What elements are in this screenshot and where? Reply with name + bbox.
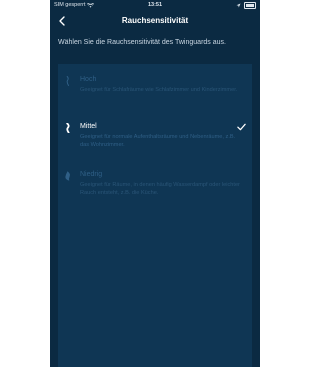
option-label: Mittel xyxy=(80,123,97,130)
battery-icon xyxy=(244,2,256,9)
instruction-text: Wählen Sie die Rauchsensitivität des Twi… xyxy=(58,39,226,46)
options-card: Hoch Geeignet für Schlafräume wie Schlaf… xyxy=(58,64,252,367)
flame-thick-icon xyxy=(65,171,70,181)
option-hoch[interactable]: Hoch Geeignet für Schlafräume wie Schlaf… xyxy=(58,75,252,115)
option-description: Geeignet für Räume, in denen häufig Wass… xyxy=(80,182,240,196)
status-right xyxy=(236,2,256,9)
location-arrow-icon xyxy=(236,3,241,8)
option-label: Hoch xyxy=(80,76,97,83)
option-mittel[interactable]: Mittel Geeignet für normale Aufenthaltsr… xyxy=(58,122,252,162)
nav-bar: Rauchsensitivität xyxy=(50,10,260,32)
flame-medium-icon xyxy=(66,123,70,133)
phone-screen: SIM gesperrt 13:51 Rauchsensitivität Wäh… xyxy=(50,0,260,367)
checkmark-icon xyxy=(237,123,246,131)
option-niedrig[interactable]: Niedrig Geeignet für Räume, in denen häu… xyxy=(58,170,252,218)
option-description: Geeignet für Schlafräume wie Schlafzimme… xyxy=(80,87,238,93)
battery-level xyxy=(245,3,254,7)
option-description: Geeignet für normale Aufenthaltsräume un… xyxy=(80,134,236,148)
status-time: 13:51 xyxy=(147,2,163,8)
status-bar: SIM gesperrt 13:51 xyxy=(50,0,260,10)
page-title: Rauchsensitivität xyxy=(121,16,189,25)
option-label: Niedrig xyxy=(80,171,103,178)
flame-thin-icon xyxy=(66,76,69,86)
